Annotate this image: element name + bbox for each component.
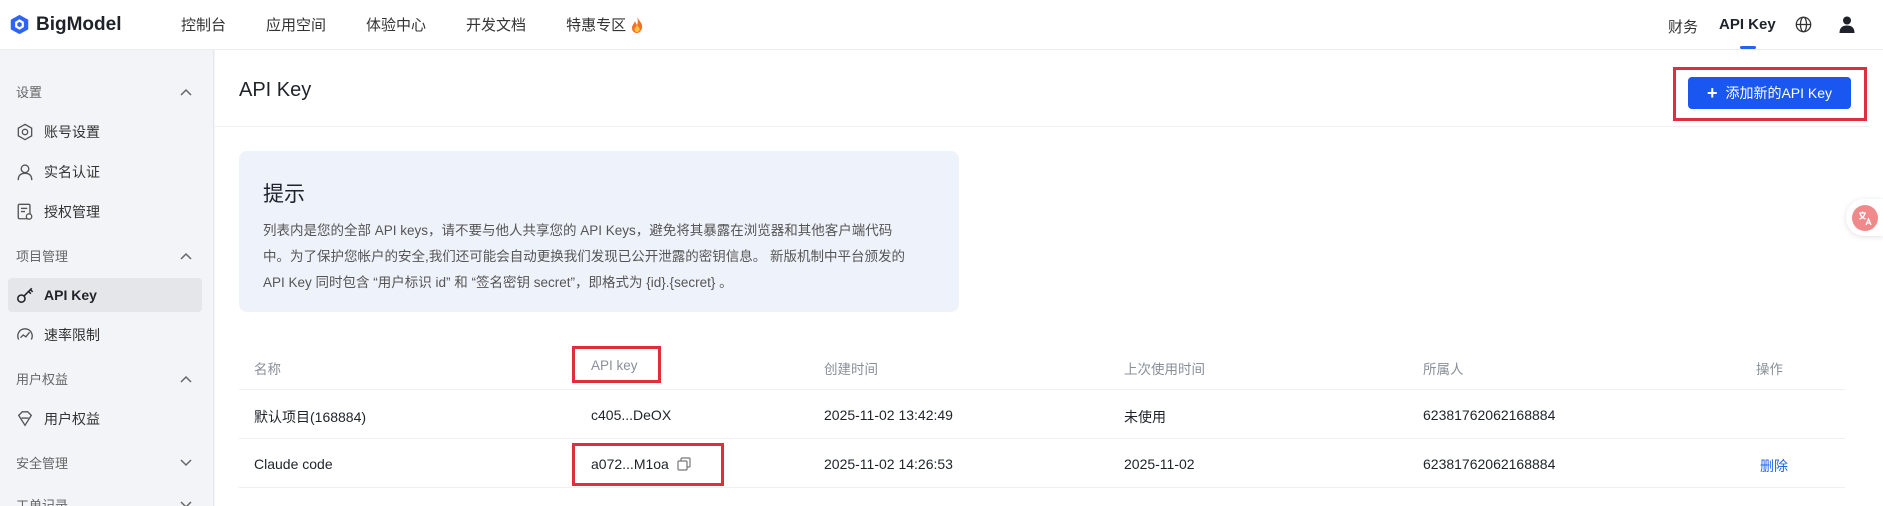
delete-link[interactable]: 删除: [1760, 456, 1788, 476]
nav-dev-docs[interactable]: 开发文档: [466, 14, 526, 35]
cell-last-used: 2025-11-02: [1124, 456, 1195, 472]
nav-experience-center[interactable]: 体验中心: [366, 14, 426, 35]
nav-api-key[interactable]: API Key: [1719, 16, 1776, 33]
sidebar-item-label: API Key: [44, 287, 97, 303]
tip-line: API Key 同时包含 “用户标识 id” 和 “签名密钥 secret”，即…: [263, 275, 733, 290]
page-title: API Key: [239, 79, 312, 101]
cell-owner: 62381762062168884: [1423, 407, 1556, 423]
sidebar-group-settings[interactable]: 设置: [16, 82, 192, 101]
sidebar-group-security[interactable]: 安全管理: [16, 453, 192, 472]
sidebar-group-label: 设置: [16, 85, 43, 100]
sidebar-item-real-name-auth[interactable]: 实名认证: [8, 155, 202, 189]
nav-special-offers[interactable]: 特惠专区: [566, 14, 644, 35]
nav-finance[interactable]: 财务: [1668, 16, 1698, 37]
sidebar-item-label: 实名认证: [44, 164, 100, 180]
user-avatar-icon[interactable]: [1839, 16, 1855, 33]
chevron-up-icon: [180, 88, 192, 96]
active-nav-indicator: [1740, 46, 1756, 49]
sidebar-group-label: 项目管理: [16, 249, 69, 264]
tip-title: 提示: [263, 183, 305, 206]
sidebar-group-label: 用户权益: [16, 372, 69, 387]
key-icon: [17, 287, 34, 303]
cell-api-key: c405...DeOX: [591, 407, 672, 423]
tip-line: 中。为了保护您帐户的安全,我们还可能会自动更换我们发现已公开泄露的密钥信息。 新…: [263, 249, 905, 264]
sidebar-group-label: 安全管理: [16, 456, 69, 471]
top-navigation-bar: BigModel 控制台 应用空间 体验中心 开发文档 特惠专区 财务 API …: [0, 0, 1883, 50]
highlight-box-api-key-column: [572, 346, 661, 383]
sidebar-group-project-management[interactable]: 项目管理: [16, 246, 192, 265]
chevron-up-icon: [180, 375, 192, 383]
cell-name: Claude code: [254, 456, 333, 472]
main-nav: 控制台 应用空间 体验中心 开发文档 特惠专区: [181, 14, 684, 35]
sidebar-item-user-benefits[interactable]: 用户权益: [8, 402, 202, 436]
sidebar-item-label: 速率限制: [44, 327, 100, 343]
sidebar-item-api-key[interactable]: API Key: [8, 278, 202, 312]
sidebar-group-user-benefits[interactable]: 用户权益: [16, 369, 192, 388]
sidebar-item-label: 用户权益: [44, 411, 100, 427]
chevron-down-icon: [180, 458, 192, 466]
diamond-icon: [17, 411, 33, 427]
sidebar-item-rate-limit[interactable]: 速率限制: [8, 318, 202, 352]
chevron-down-icon: [180, 500, 192, 506]
main-content: API Key + 添加新的API Key 提示 列表内是您的全部 API ke…: [215, 50, 1883, 506]
cell-owner: 62381762062168884: [1423, 456, 1556, 472]
person-icon: [17, 164, 33, 181]
translate-floating-button[interactable]: [1846, 199, 1883, 236]
highlight-box-add-button: [1673, 67, 1867, 121]
page-header: API Key + 添加新的API Key: [215, 50, 1869, 127]
cell-created: 2025-11-02 13:42:49: [824, 407, 953, 423]
sidebar-item-account-settings[interactable]: 账号设置: [8, 115, 202, 149]
logo[interactable]: BigModel: [9, 14, 179, 36]
gear-icon: [17, 123, 33, 141]
column-header-name: 名称: [254, 362, 281, 377]
nav-special-offers-label: 特惠专区: [566, 17, 627, 34]
translate-icon: [1851, 204, 1878, 231]
globe-icon[interactable]: [1795, 16, 1812, 33]
nav-console[interactable]: 控制台: [181, 14, 226, 35]
sidebar-group-tickets[interactable]: 工单记录: [16, 495, 192, 506]
cell-name: 默认项目(168884): [254, 409, 367, 425]
sidebar-item-label: 账号设置: [44, 124, 100, 140]
sidebar-item-label: 授权管理: [44, 204, 100, 220]
tip-panel: 提示 列表内是您的全部 API keys，请不要与他人共享您的 API Keys…: [239, 151, 959, 312]
column-header-last-used: 上次使用时间: [1124, 362, 1205, 377]
gauge-icon: [17, 328, 33, 340]
highlight-box-api-key-cell: [572, 443, 724, 486]
brand-name: BigModel: [36, 13, 122, 35]
column-header-owner: 所属人: [1423, 362, 1464, 377]
bigmodel-logo-icon: [10, 14, 29, 35]
table-header: 名称 API key 创建时间 上次使用时间 所属人 操作: [239, 342, 1845, 390]
column-header-actions: 操作: [1756, 362, 1783, 377]
sidebar-item-authorization[interactable]: 授权管理: [8, 195, 202, 229]
fire-icon: [632, 16, 643, 33]
document-icon: [17, 203, 33, 220]
tip-text: 列表内是您的全部 API keys，请不要与他人共享您的 API Keys，避免…: [263, 218, 943, 296]
column-header-created: 创建时间: [824, 362, 878, 377]
sidebar-group-label: 工单记录: [16, 498, 69, 506]
cell-created: 2025-11-02 14:26:53: [824, 456, 953, 472]
cell-last-used: 未使用: [1124, 409, 1166, 425]
sidebar: 设置 账号设置 实名认证 授权管理 项目管理 API Key 速率限制 用户权益…: [0, 50, 214, 506]
chevron-up-icon: [180, 252, 192, 260]
nav-app-space[interactable]: 应用空间: [266, 14, 326, 35]
table-row: Claude code a072...M1oa 2025-11-02 14:26…: [239, 440, 1845, 488]
table-row: 默认项目(168884) c405...DeOX 2025-11-02 13:4…: [239, 391, 1845, 439]
tip-line: 列表内是您的全部 API keys，请不要与他人共享您的 API Keys，避免…: [263, 223, 893, 238]
